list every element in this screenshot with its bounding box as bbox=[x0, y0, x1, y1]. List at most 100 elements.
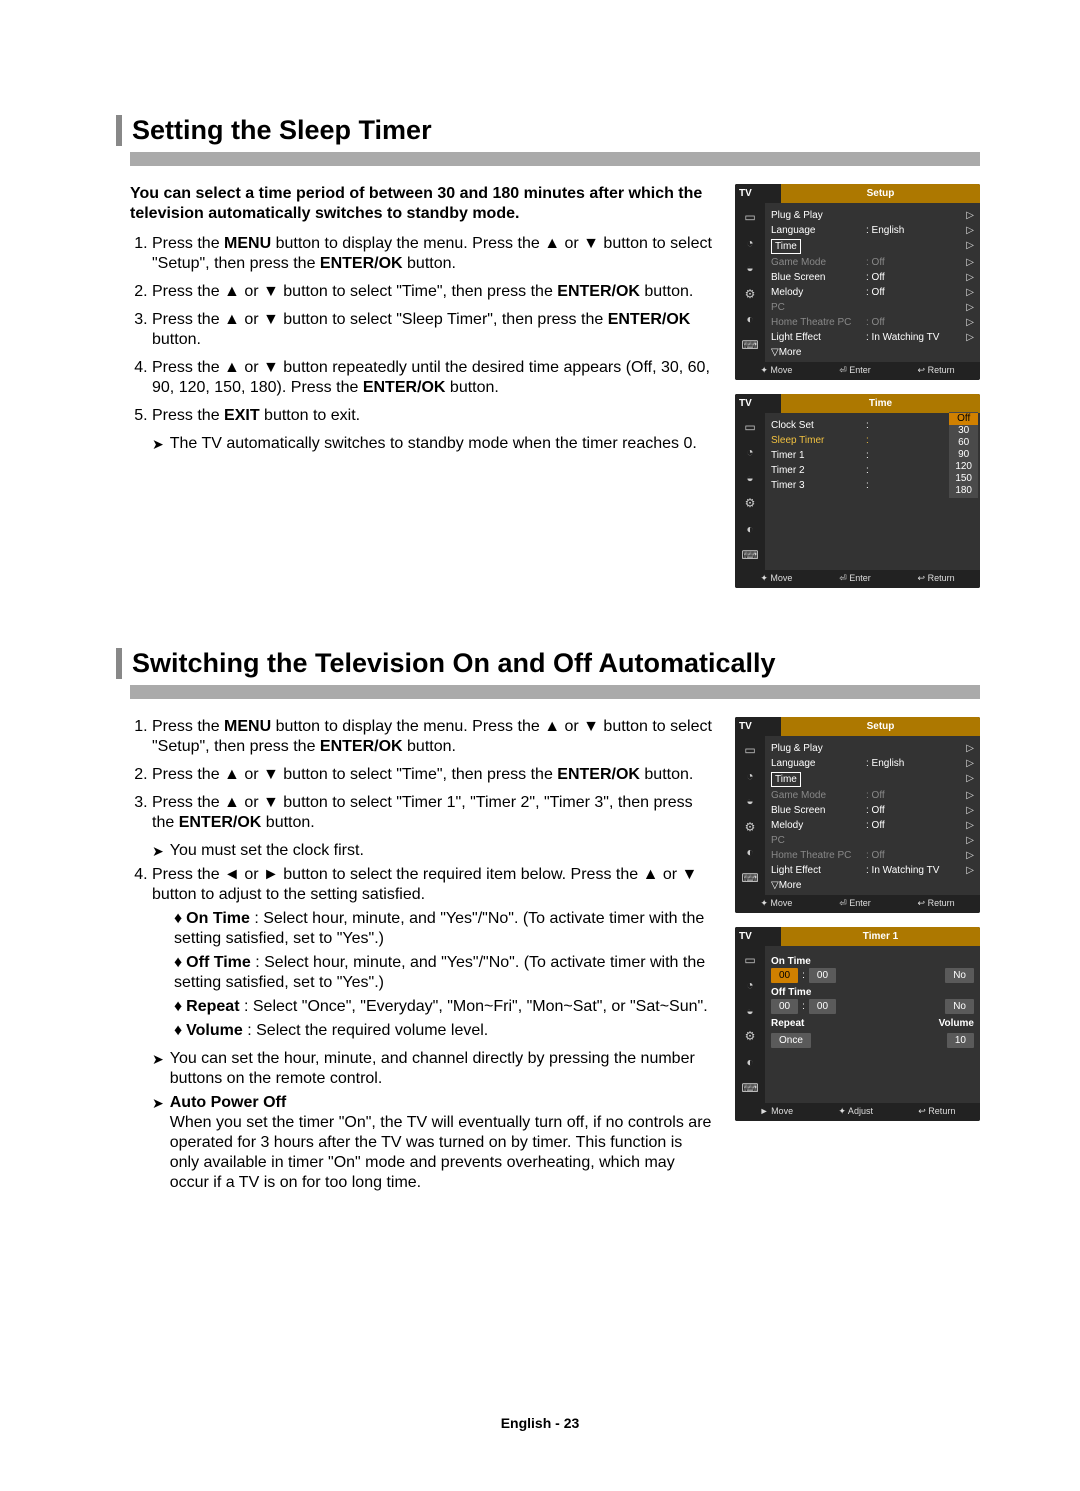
osd-icon: ◐ bbox=[746, 845, 753, 861]
timer-repeat-value: Once bbox=[771, 1033, 811, 1048]
note-arrow-icon: ➤ bbox=[152, 1095, 164, 1113]
step: Press the ▲ or ▼ button repeatedly until… bbox=[152, 358, 713, 398]
bullet: ♦On Time : Select hour, minute, and "Yes… bbox=[174, 909, 713, 949]
osd-icon: ⚙ bbox=[745, 496, 756, 512]
osd-title: Time bbox=[781, 394, 980, 413]
osd-setup-2: TV Setup ▭ ◔ ◒ ⚙ ◐ ⌨ Plug & Play▷Languag… bbox=[735, 717, 980, 913]
osd-icon-rail: ▭ ◔ ◒ ⚙ ◐ ⌨ bbox=[735, 413, 765, 571]
section-title-1: Setting the Sleep Timer bbox=[116, 115, 980, 146]
osd-icon: ◐ bbox=[746, 1055, 753, 1071]
divider bbox=[130, 152, 980, 166]
osd-timer1-rows: On Time 00 : 00 No Off Time 00 : 00 bbox=[765, 950, 980, 1104]
osd-icon: ▭ bbox=[744, 743, 755, 759]
osd-icon: ▭ bbox=[744, 210, 755, 226]
osd-row: Language: English▷ bbox=[771, 223, 974, 238]
osd-row: Clock Set: bbox=[771, 418, 974, 433]
note-arrow-icon: ➤ bbox=[152, 436, 164, 454]
osd-icon: ◔ bbox=[746, 445, 753, 461]
osd-row: PC▷ bbox=[771, 833, 974, 848]
osd-row: ▽More bbox=[771, 878, 974, 893]
osd-row: Timer 1: bbox=[771, 448, 974, 463]
osd-row: Melody: Off▷ bbox=[771, 818, 974, 833]
osd-icon: ⚙ bbox=[745, 287, 756, 303]
osd-row: Time▷ bbox=[771, 238, 974, 255]
osd-icon-rail: ▭ ◔ ◒ ⚙ ◐ ⌨ bbox=[735, 203, 765, 362]
bullet-text: Repeat : Select "Once", "Everyday", "Mon… bbox=[186, 998, 707, 1015]
osd-title: Timer 1 bbox=[781, 927, 980, 946]
osd-tv-label: TV bbox=[735, 927, 781, 946]
osd-row: Light Effect: In Watching TV▷ bbox=[771, 330, 974, 345]
timer-off-time-label: Off Time bbox=[771, 986, 974, 999]
osd-foot-move: ✦ Move bbox=[760, 365, 792, 377]
osd-setup: TV Setup ▭ ◔ ◒ ⚙ ◐ ⌨ Plug & Play▷Languag… bbox=[735, 184, 980, 380]
note-text: The TV automatically switches to standby… bbox=[170, 434, 697, 454]
osd-foot-return: ↩ Return bbox=[918, 365, 955, 377]
section2-steps-cont: Press the ◄ or ► button to select the re… bbox=[130, 865, 713, 1041]
osd-icon: ⚙ bbox=[745, 820, 756, 836]
timer-volume-value: 10 bbox=[947, 1033, 974, 1048]
osd-row: Language: English▷ bbox=[771, 756, 974, 771]
auto-power-title: Auto Power Off bbox=[170, 1094, 286, 1111]
osd-time: TV Time ▭ ◔ ◒ ⚙ ◐ ⌨ Clock Set:Sleep Time… bbox=[735, 394, 980, 588]
step4-lead: Press the ◄ or ► button to select the re… bbox=[152, 866, 697, 903]
osd-icon: ◔ bbox=[746, 236, 753, 252]
osd-time-rows: Clock Set:Sleep Timer:Timer 1:Timer 2:Ti… bbox=[765, 413, 980, 571]
osd-tv-label: TV bbox=[735, 184, 781, 203]
osd-tv-label: TV bbox=[735, 717, 781, 736]
osd-foot-enter: ⏎ Enter bbox=[839, 365, 871, 377]
section2-text: Press the MENU button to display the men… bbox=[130, 717, 713, 1197]
osd-icon: ⌨ bbox=[741, 548, 758, 564]
osd-icon: ◐ bbox=[746, 522, 753, 538]
osd-row: Sleep Timer: bbox=[771, 433, 974, 448]
step: Press the ◄ or ► button to select the re… bbox=[152, 865, 713, 1041]
bullet: ♦Volume : Select the required volume lev… bbox=[174, 1021, 713, 1041]
osd-row: Timer 3: bbox=[771, 478, 974, 493]
note-text: You can set the hour, minute, and channe… bbox=[170, 1049, 713, 1089]
osd-foot-move: ► Move bbox=[760, 1106, 793, 1118]
osd-row: Time▷ bbox=[771, 771, 974, 788]
osd-icon: ⌨ bbox=[741, 1081, 758, 1097]
osd-icon: ◒ bbox=[746, 794, 753, 810]
section1-intro: You can select a time period of between … bbox=[130, 184, 713, 224]
page-footer: English - 23 bbox=[0, 1415, 1080, 1431]
osd-foot-enter: ⏎ Enter bbox=[839, 898, 871, 910]
bullet: ♦Repeat : Select "Once", "Everyday", "Mo… bbox=[174, 997, 713, 1017]
osd-icon: ◐ bbox=[746, 312, 753, 328]
osd-icon-rail: ▭ ◔ ◒ ⚙ ◐ ⌨ bbox=[735, 736, 765, 895]
osd-icon: ⌨ bbox=[741, 338, 758, 354]
osd-row: Home Theatre PC: Off▷ bbox=[771, 848, 974, 863]
bullet: ♦Off Time : Select hour, minute, and "Ye… bbox=[174, 953, 713, 993]
osd-icon: ◔ bbox=[746, 978, 753, 994]
osd-icon: ◔ bbox=[746, 769, 753, 785]
step: Press the ▲ or ▼ button to select "Time"… bbox=[152, 765, 713, 785]
osd-setup-rows: Plug & Play▷Language: English▷Time▷Game … bbox=[765, 203, 980, 362]
section2-steps: Press the MENU button to display the men… bbox=[130, 717, 713, 833]
osd-row: ▽More bbox=[771, 345, 974, 360]
timer-on-hour: 00 bbox=[771, 968, 798, 983]
osd-icon: ⌨ bbox=[741, 871, 758, 887]
note-auto-power: ➤ Auto Power Off When you set the timer … bbox=[152, 1093, 713, 1193]
timer-off-state: No bbox=[945, 999, 974, 1014]
timer-on-min: 00 bbox=[809, 968, 836, 983]
note: ➤ You can set the hour, minute, and chan… bbox=[152, 1049, 713, 1089]
osd-foot-adjust: ✦ Adjust bbox=[838, 1106, 873, 1118]
step: Press the ▲ or ▼ button to select "Timer… bbox=[152, 793, 713, 833]
osd-icon: ◒ bbox=[746, 261, 753, 277]
note: ➤ You must set the clock first. bbox=[152, 841, 713, 861]
auto-power-body: When you set the timer "On", the TV will… bbox=[170, 1114, 712, 1191]
osd-row: Light Effect: In Watching TV▷ bbox=[771, 863, 974, 878]
osd-foot-return: ↩ Return bbox=[918, 898, 955, 910]
osd-timer1: TV Timer 1 ▭ ◔ ◒ ⚙ ◐ ⌨ On Time bbox=[735, 927, 980, 1121]
timer-on-time-label: On Time bbox=[771, 955, 974, 968]
osd-icon: ◒ bbox=[746, 471, 753, 487]
osd-icon: ▭ bbox=[744, 953, 755, 969]
section1-text: You can select a time period of between … bbox=[130, 184, 713, 588]
step: Press the ▲ or ▼ button to select "Time"… bbox=[152, 282, 713, 302]
osd-row: Plug & Play▷ bbox=[771, 741, 974, 756]
sleep-timer-options: Off306090120150180 bbox=[949, 412, 978, 498]
osd-foot-return: ↩ Return bbox=[918, 573, 955, 585]
osd-icon: ▭ bbox=[744, 420, 755, 436]
osd-row: PC▷ bbox=[771, 300, 974, 315]
osd-icon: ⚙ bbox=[745, 1029, 756, 1045]
osd-row: Melody: Off▷ bbox=[771, 285, 974, 300]
